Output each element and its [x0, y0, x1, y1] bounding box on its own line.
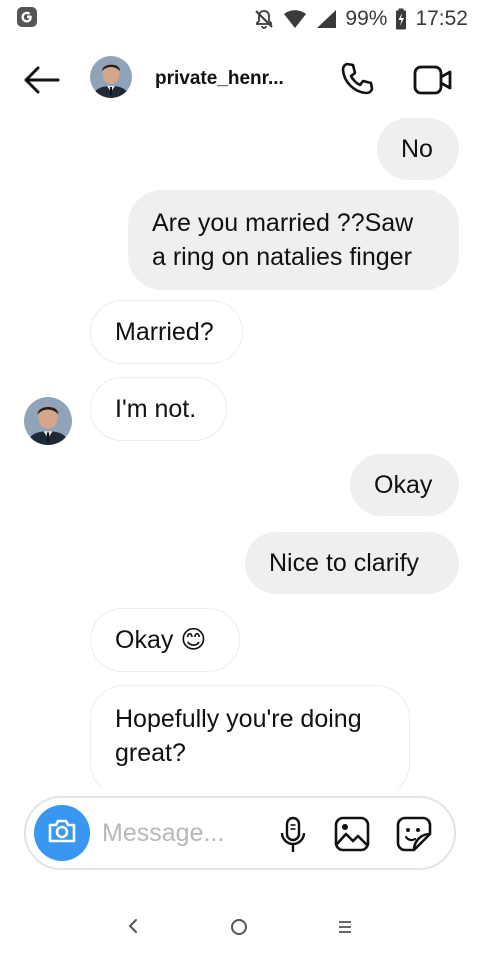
message-bubble-incoming[interactable]: Married?: [90, 300, 243, 364]
sticker-icon[interactable]: [396, 816, 432, 852]
message-text: I'm not.: [115, 395, 197, 423]
mute-bell-icon: [253, 8, 275, 30]
status-bar: 99% 17:52: [0, 0, 480, 38]
message-bubble-outgoing[interactable]: No: [377, 118, 459, 180]
message-bubble-incoming[interactable]: Hopefully you're doing great?: [90, 685, 410, 788]
status-time: 17:52: [415, 7, 468, 30]
nav-back-icon[interactable]: [123, 914, 143, 938]
message-composer: [24, 796, 456, 870]
chat-username[interactable]: private_henr...: [155, 68, 284, 90]
back-arrow-icon[interactable]: [22, 62, 62, 98]
camera-button[interactable]: [34, 805, 90, 861]
google-g-icon: [16, 6, 38, 28]
message-text-line: a ring on natalies finger: [152, 243, 412, 271]
chat-header: private_henr...: [0, 38, 480, 120]
avatar[interactable]: [90, 56, 132, 98]
message-text-line: great?: [115, 739, 186, 767]
gallery-icon[interactable]: [334, 816, 370, 852]
message-text-line: Are you married ??Saw: [152, 209, 414, 237]
message-text-line: Hopefully you're doing: [115, 705, 362, 733]
smiling-face-emoji: 😊: [180, 626, 207, 654]
message-text: Nice to clarify: [269, 549, 420, 577]
message-text: Okay: [115, 626, 174, 654]
message-bubble-outgoing[interactable]: Okay: [350, 454, 459, 516]
avatar[interactable]: [24, 397, 72, 445]
cell-signal-icon: [315, 9, 337, 29]
battery-icon: [395, 8, 407, 30]
message-input[interactable]: [102, 812, 272, 854]
message-bubble-incoming[interactable]: Okay 😊: [90, 608, 240, 672]
message-text: Okay: [374, 471, 433, 499]
system-nav-bar: [0, 900, 480, 954]
camera-icon: [47, 818, 77, 849]
phone-icon[interactable]: [338, 60, 376, 98]
message-bubble-outgoing[interactable]: Are you married ??Saw a ring on natalies…: [128, 190, 459, 290]
video-camera-icon[interactable]: [412, 62, 454, 98]
microphone-icon[interactable]: [278, 816, 308, 854]
message-bubble-outgoing[interactable]: Nice to clarify: [245, 532, 459, 594]
wifi-icon: [283, 9, 307, 29]
message-text: Married?: [115, 318, 214, 346]
message-list[interactable]: No Are you married ??Saw a ring on natal…: [0, 112, 480, 788]
nav-home-icon[interactable]: [228, 916, 250, 938]
battery-percent: 99%: [345, 7, 388, 30]
message-text: No: [401, 135, 433, 163]
message-bubble-incoming[interactable]: I'm not.: [90, 377, 227, 441]
nav-menu-icon[interactable]: [335, 918, 355, 936]
